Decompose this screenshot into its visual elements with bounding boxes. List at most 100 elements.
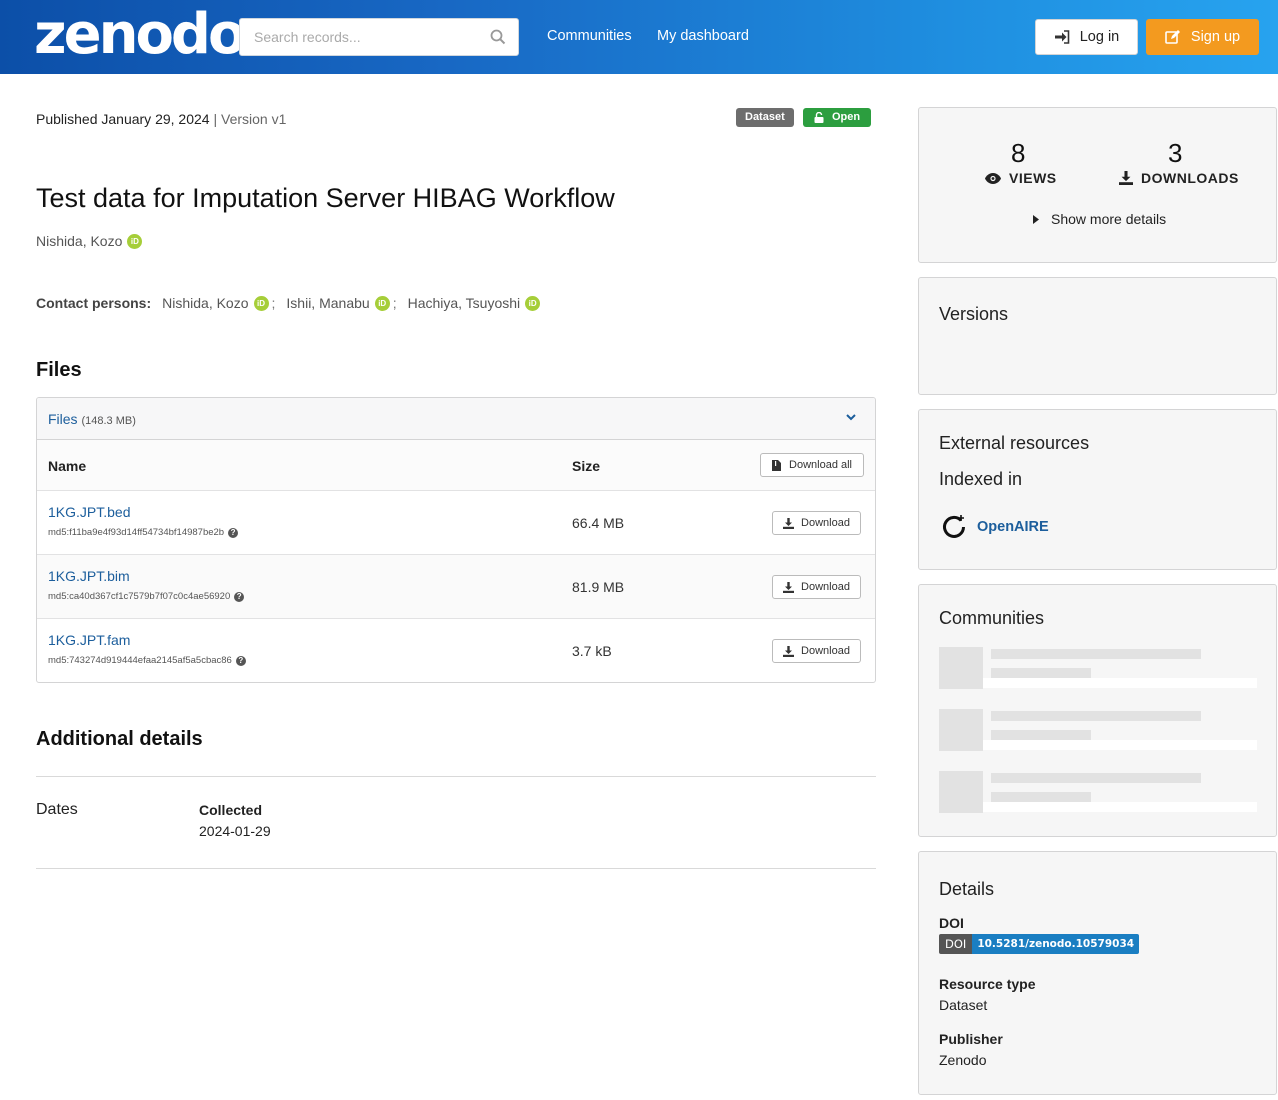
download-label: Download — [801, 645, 850, 657]
indexed-in-label: Indexed in — [939, 469, 1023, 489]
contact-name[interactable]: Ishii, Manabu — [286, 295, 369, 311]
stats-card: 8 VIEWS 3 DOWNLOADS Show more details — [918, 107, 1277, 263]
views-stat: VIEWS — [985, 170, 1057, 186]
chevron-down-icon[interactable] — [845, 411, 857, 423]
contacts-label: Contact persons: — [36, 295, 152, 311]
login-label: Log in — [1079, 29, 1120, 45]
version-label: Version v1 — [221, 111, 287, 127]
file-size: 81.9 MB — [572, 579, 625, 595]
files-accordion-header[interactable]: Files (148.3 MB) — [37, 398, 875, 440]
nav-communities[interactable]: Communities — [547, 28, 632, 44]
external-resources-heading: External resources — [939, 433, 1090, 453]
file-size: 66.4 MB — [572, 515, 625, 531]
download-label: Download — [801, 517, 850, 529]
login-button[interactable]: Log in — [1035, 19, 1138, 55]
file-checksum: md5:ca40d367cf1c7579b7f07c0c4ae56920 ? — [48, 591, 245, 602]
eye-icon — [985, 172, 1001, 184]
search-input[interactable] — [240, 19, 480, 55]
creator-name[interactable]: Nishida, Kozo — [36, 233, 122, 249]
file-link[interactable]: 1KG.JPT.bed — [48, 504, 131, 520]
downloads-label: DOWNLOADS — [1141, 170, 1239, 186]
download-all-label: Download all — [789, 459, 852, 471]
file-link[interactable]: 1KG.JPT.bim — [48, 568, 130, 584]
files-table-header: Name Size Download all — [37, 440, 875, 491]
communities-card: Communities — [918, 584, 1277, 837]
caret-right-icon — [1033, 214, 1039, 224]
search-icon[interactable] — [490, 29, 506, 45]
publisher-value: Zenodo — [939, 1052, 987, 1068]
files-total-size: (148.3 MB) — [81, 415, 136, 427]
download-button[interactable]: Download — [772, 511, 861, 535]
contact-persons: Contact persons: Nishida, Kozo iD ; Ishi… — [36, 295, 541, 311]
file-row: 1KG.JPT.bed md5:f11ba9e4f93d14ff54734bf1… — [37, 491, 875, 555]
contact-person: Ishii, Manabu iD — [286, 295, 390, 311]
files-heading: Files — [36, 359, 82, 381]
openaire-logo-icon — [943, 515, 965, 538]
zenodo-logo[interactable]: zenodo — [34, 4, 246, 66]
access-label: Open — [831, 111, 861, 123]
file-link[interactable]: 1KG.JPT.fam — [48, 632, 130, 648]
nav-my-dashboard[interactable]: My dashboard — [657, 28, 749, 44]
resource-type-value: Dataset — [939, 997, 988, 1013]
dates-label: Dates — [36, 801, 78, 818]
loading-placeholder — [939, 647, 1257, 693]
orcid-icon[interactable]: iD — [525, 295, 541, 311]
additional-details-heading: Additional details — [36, 728, 203, 750]
show-more-details[interactable]: Show more details — [1033, 211, 1166, 227]
unlock-icon — [814, 112, 824, 123]
download-icon — [1119, 171, 1133, 185]
contact-person: Nishida, Kozo iD — [162, 295, 269, 311]
file-row: 1KG.JPT.fam md5:743274d919444efaa2145af5… — [37, 619, 875, 682]
orcid-icon[interactable]: iD — [127, 233, 143, 249]
file-size: 3.7 kB — [572, 643, 612, 659]
views-label: VIEWS — [1009, 170, 1057, 186]
signup-button[interactable]: Sign up — [1146, 19, 1259, 55]
download-icon — [783, 645, 795, 657]
question-circle-icon[interactable]: ? — [228, 527, 239, 538]
contact-name[interactable]: Hachiya, Tsuyoshi — [408, 295, 521, 311]
file-checksum: md5:743274d919444efaa2145af5a5cbac86 ? — [48, 655, 246, 666]
divider — [36, 776, 876, 777]
resource-type-label: Resource type — [939, 976, 1036, 992]
doi-value: 10.5281/zenodo.10579034 — [972, 934, 1140, 954]
orcid-icon[interactable]: iD — [374, 295, 390, 311]
creator-line: Nishida, Kozo iD — [36, 233, 143, 249]
top-header: zenodo Communities My dashboard Log in S… — [0, 0, 1278, 74]
openaire-link[interactable]: OpenAIRE — [941, 514, 1049, 540]
details-card: Details DOI DOI 10.5281/zenodo.10579034 … — [918, 851, 1277, 1095]
published-date: Published January 29, 2024 — [36, 111, 210, 127]
collected-date: 2024-01-29 — [199, 823, 271, 839]
orcid-icon[interactable]: iD — [253, 295, 269, 311]
col-name: Name — [48, 458, 87, 474]
publication-info: Published January 29, 2024 | Version v1 — [36, 111, 286, 127]
contact-name[interactable]: Nishida, Kozo — [162, 295, 248, 311]
openaire-label: OpenAIRE — [977, 519, 1049, 535]
files-panel: Files (148.3 MB) Name Size Download all … — [36, 397, 876, 683]
meta-separator: | — [213, 111, 218, 127]
external-resources-card: External resources Indexed in OpenAIRE — [918, 409, 1277, 570]
download-all-button[interactable]: Download all — [760, 453, 864, 477]
search-box[interactable] — [239, 18, 519, 56]
versions-heading: Versions — [939, 304, 1009, 324]
download-button[interactable]: Download — [772, 639, 861, 663]
download-button[interactable]: Download — [772, 575, 861, 599]
sign-in-icon — [1054, 30, 1070, 44]
download-icon — [783, 517, 795, 529]
question-circle-icon[interactable]: ? — [234, 591, 245, 602]
record-title: Test data for Imputation Server HIBAG Wo… — [36, 183, 615, 213]
downloads-count: 3 — [1168, 138, 1183, 168]
versions-card: Versions — [918, 277, 1277, 395]
views-count: 8 — [1011, 138, 1026, 168]
collected-label: Collected — [199, 802, 263, 818]
doi-badge[interactable]: DOI 10.5281/zenodo.10579034 — [939, 934, 1140, 954]
access-badge: Open — [803, 108, 871, 127]
communities-heading: Communities — [939, 608, 1045, 628]
contact-person: Hachiya, Tsuyoshi iD — [408, 295, 541, 311]
resource-type-badge: Dataset — [736, 108, 794, 127]
loading-placeholder — [939, 709, 1257, 755]
file-checksum: md5:f11ba9e4f93d14ff54734bf14987be2b ? — [48, 527, 239, 538]
question-circle-icon[interactable]: ? — [235, 655, 246, 666]
divider — [36, 868, 876, 869]
downloads-stat: DOWNLOADS — [1119, 170, 1239, 186]
publisher-label: Publisher — [939, 1031, 1003, 1047]
